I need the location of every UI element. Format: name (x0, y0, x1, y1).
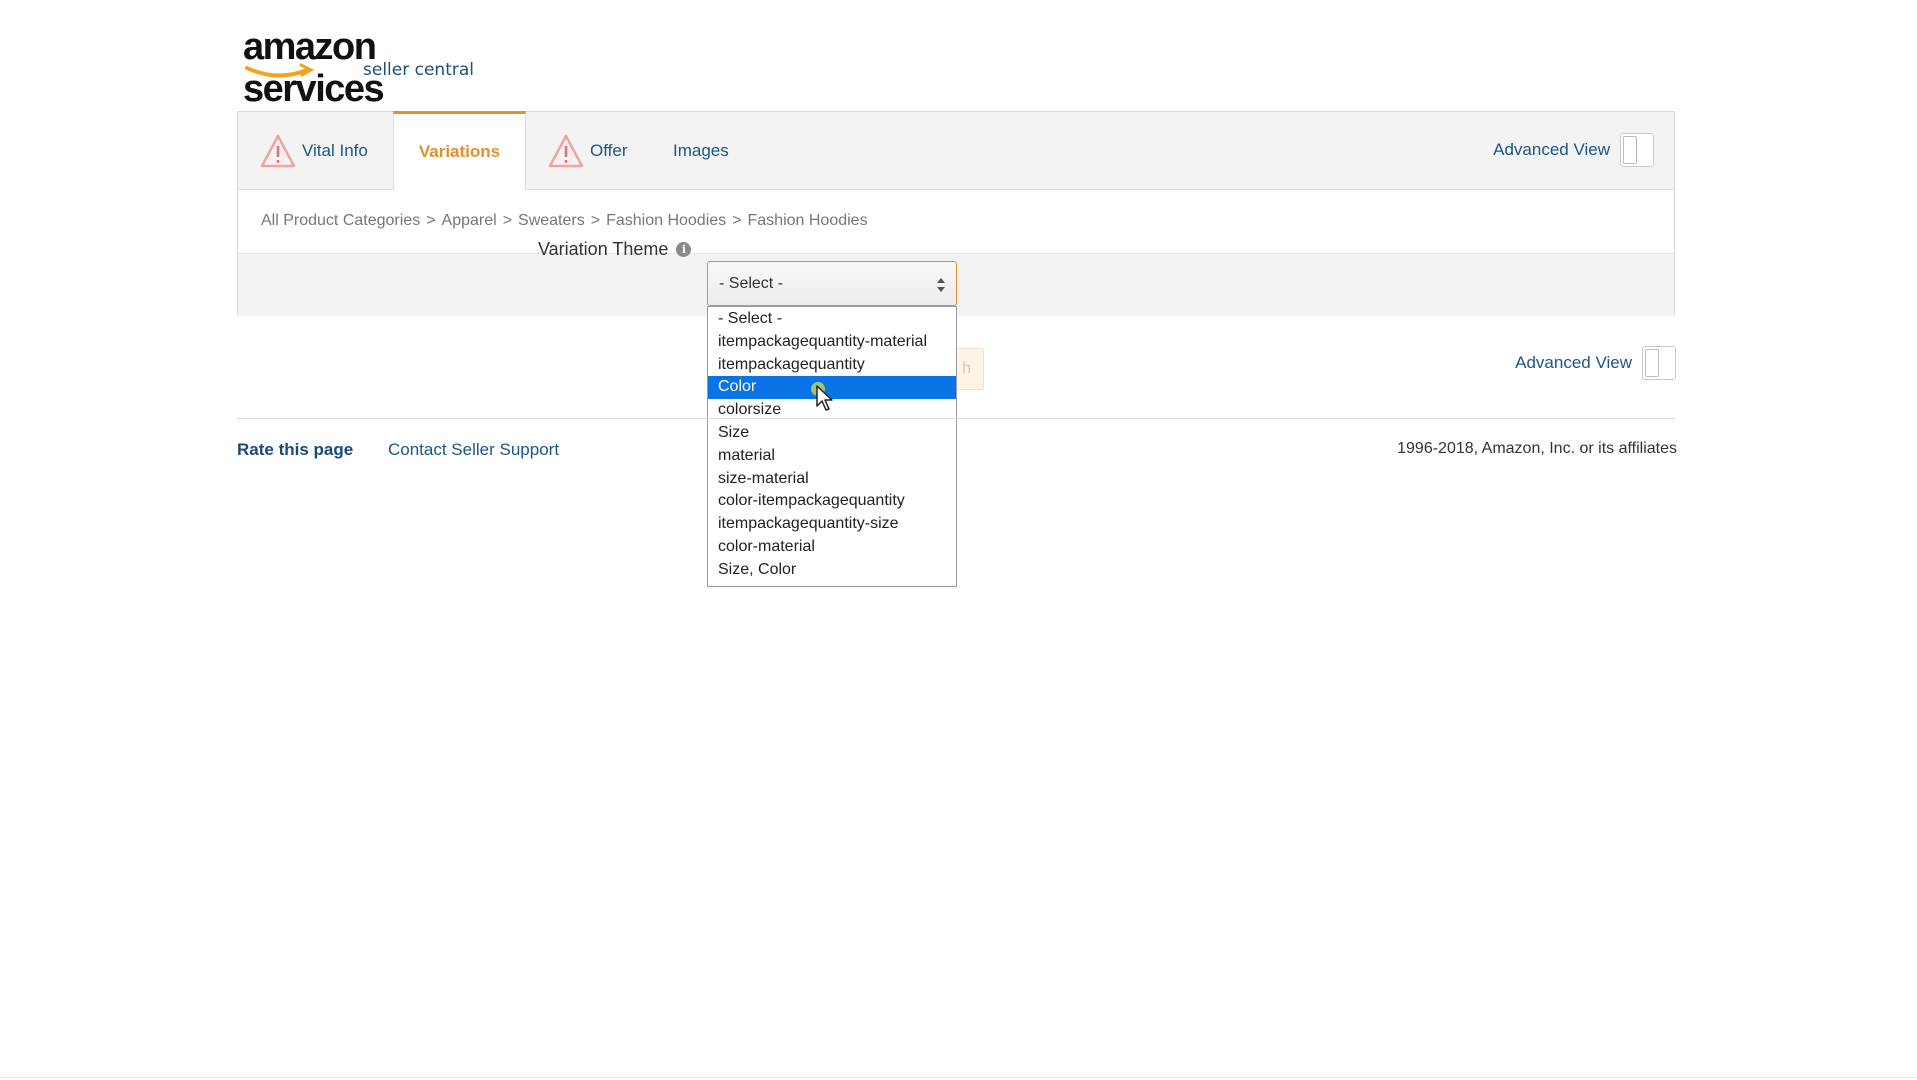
tab-bar: Vital Info Variations Offer Images Advan… (238, 111, 1674, 190)
contact-seller-support-link[interactable]: Contact Seller Support (388, 440, 559, 460)
warning-icon (260, 134, 296, 168)
tab-images[interactable]: Images (673, 112, 729, 190)
toggle-switch-icon[interactable] (1620, 133, 1654, 167)
warning-icon (548, 134, 584, 168)
option-size-color[interactable]: Size, Color (708, 559, 956, 582)
option-color-material[interactable]: color-material (708, 536, 956, 559)
breadcrumb-item[interactable]: All Product Categories (261, 212, 420, 229)
option-itempackagequantity-material[interactable]: itempackagequantity-material (708, 331, 956, 354)
copyright-text: 1996-2018, Amazon, Inc. or its affiliate… (1397, 440, 1677, 457)
option-size[interactable]: Size (708, 422, 956, 445)
mouse-pointer-icon (816, 385, 833, 411)
breadcrumb-item: Fashion Hoodies (747, 212, 868, 229)
advanced-view-label: Advanced View (1493, 140, 1610, 159)
logo-subtitle: seller central (363, 60, 474, 80)
amazon-smile-icon (245, 63, 315, 78)
advanced-view-label: Advanced View (1515, 353, 1632, 372)
breadcrumb-item[interactable]: Apparel (442, 212, 497, 229)
advanced-view-toggle-bottom[interactable]: Advanced View (1515, 346, 1676, 380)
tab-vital-info[interactable]: Vital Info (260, 112, 368, 190)
breadcrumb-item[interactable]: Fashion Hoodies (606, 212, 726, 229)
rate-this-page-link[interactable]: Rate this page (237, 440, 353, 460)
tab-label: Variations (418, 142, 501, 161)
variation-theme-label: Variation Theme i (538, 239, 692, 260)
seller-central-page: amazon services seller central Vital Inf… (0, 0, 1917, 1080)
tab-offer[interactable]: Offer (548, 112, 627, 190)
option-material[interactable]: material (708, 445, 956, 468)
toggle-switch-icon[interactable] (1642, 346, 1676, 380)
page-bottom-border (0, 1077, 1917, 1078)
option-select[interactable]: - Select - (708, 308, 956, 331)
option-itempackagequantity-size[interactable]: itempackagequantity-size (708, 513, 956, 536)
breadcrumb: All Product Categories > Apparel > Sweaters >… (261, 212, 868, 229)
advanced-view-toggle-top[interactable]: Advanced View (1493, 133, 1654, 167)
amazon-services-logo[interactable]: amazon services seller central (243, 26, 483, 110)
select-value: - Select - (719, 274, 784, 292)
option-color-itempackagequantity[interactable]: color-itempackagequantity (708, 490, 956, 513)
tab-label: Vital Info (302, 141, 368, 160)
variation-theme-options-list: - Select - itempackagequantity-material … (707, 306, 957, 587)
tab-label: Images (673, 141, 729, 160)
breadcrumb-item[interactable]: Sweaters (518, 212, 585, 229)
tab-variations[interactable]: Variations (393, 111, 526, 190)
select-arrows-icon (937, 278, 945, 292)
option-itempackagequantity[interactable]: itempackagequantity (708, 354, 956, 377)
info-icon[interactable]: i (676, 242, 692, 257)
variation-theme-select[interactable]: - Select - (707, 261, 957, 306)
footer-divider (237, 418, 1675, 419)
option-size-material[interactable]: size-material (708, 468, 956, 491)
tab-label: Offer (590, 141, 628, 160)
